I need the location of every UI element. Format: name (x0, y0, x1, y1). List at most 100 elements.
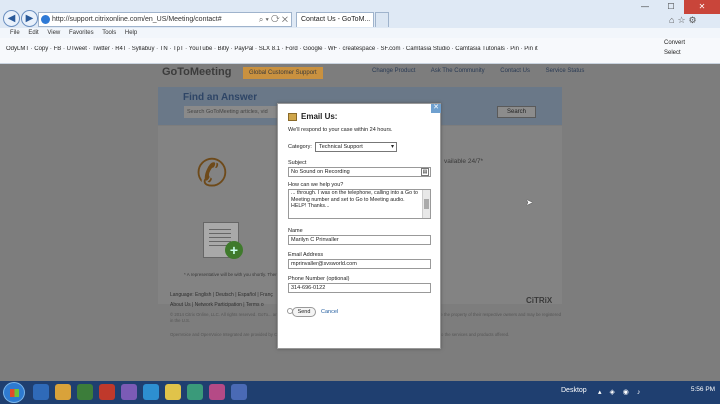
fav-item[interactable]: TN (160, 46, 168, 52)
search-button[interactable]: Search (497, 106, 536, 118)
desktop-toolbar[interactable]: Desktop (561, 387, 587, 394)
phone-field[interactable]: 314-696-0122 (288, 283, 431, 293)
fav-item[interactable]: Bitly (218, 46, 229, 52)
back-button[interactable]: ◀ (3, 10, 20, 27)
email-label: Email Address (288, 252, 324, 258)
star-icon: ☆ (677, 15, 689, 25)
citrix-logo: CiTRiX (526, 296, 553, 305)
nav-contact-us[interactable]: Contact Us (500, 68, 530, 74)
address-tools[interactable]: ⌕ ▾ ⟳ ✕ (259, 13, 288, 26)
tray-icons[interactable]: ▴ ◈ ◉ ♪ (598, 388, 643, 396)
select-button[interactable]: Select (664, 48, 718, 58)
fav-item[interactable]: Camtasia Studio (406, 46, 450, 52)
app-taskbar-icon[interactable] (77, 384, 93, 400)
address-bar[interactable]: http://support.citrixonline.com/en_US/Me… (38, 12, 292, 27)
gotomeeting-logo: GoToMeeting (162, 66, 232, 78)
menu-favorites[interactable]: Favorites (69, 30, 94, 36)
name-field[interactable]: Marilyn C Prinvaller (288, 235, 431, 245)
field-helper-icon[interactable]: ▤ (421, 168, 429, 176)
phone-label: Phone Number (optional) (288, 276, 350, 282)
app-taskbar-icon[interactable] (99, 384, 115, 400)
ie-icon (41, 15, 50, 24)
footnote: * A representative will be with you shor… (184, 272, 280, 277)
message-scrollbar[interactable] (422, 190, 430, 218)
name-label: Name (288, 228, 303, 234)
app-taskbar-icon[interactable] (209, 384, 225, 400)
top-nav: Change Product Ask The Community Contact… (372, 68, 598, 74)
fav-item[interactable]: Twitter (92, 46, 110, 52)
language-links[interactable]: Language: English | Deutsch | Español | … (170, 292, 273, 298)
fav-item[interactable]: createspace (342, 46, 375, 52)
search-input[interactable]: Search GoToMeeting articles, vid (184, 106, 278, 118)
app-taskbar-icon[interactable] (143, 384, 159, 400)
browser-right-icons[interactable]: ⌂☆⚙ (669, 15, 700, 26)
fav-item[interactable]: OdyLMT (6, 46, 29, 52)
phone-icon: ✆ (196, 153, 228, 195)
favorites-tools: Convert Select (664, 38, 718, 58)
fav-item[interactable]: Ford (285, 46, 297, 52)
category-select[interactable]: Technical Support (315, 142, 397, 152)
footer-links[interactable]: About Us | Network Participation | Terms… (170, 302, 264, 308)
menu-help[interactable]: Help (125, 30, 137, 36)
fav-item[interactable]: UTweet (67, 46, 87, 52)
fav-item[interactable]: PayPal (234, 46, 253, 52)
gear-icon: ⚙ (688, 15, 700, 25)
nav-service-status[interactable]: Service Status (546, 68, 585, 74)
menu-bar: File Edit View Favorites Tools Help (0, 28, 720, 38)
explorer-taskbar-icon[interactable] (55, 384, 71, 400)
app-taskbar-icon[interactable] (121, 384, 137, 400)
menu-tools[interactable]: Tools (102, 30, 116, 36)
new-tab-button[interactable] (375, 12, 389, 27)
category-label: Category: (288, 144, 312, 150)
tab-label: Contact Us - GoToM... (301, 16, 371, 23)
fav-item[interactable]: SLX 8.1 (259, 46, 280, 52)
nav-change-product[interactable]: Change Product (372, 68, 415, 74)
fav-item[interactable]: SF.com (381, 46, 401, 52)
mouse-cursor: ➤ (526, 198, 533, 207)
minimize-icon[interactable]: — (632, 0, 658, 14)
window-controls: — ☐ ✕ (632, 0, 720, 14)
address-text: http://support.citrixonline.com/en_US/Me… (52, 16, 222, 23)
add-icon: + (225, 241, 243, 259)
menu-edit[interactable]: Edit (28, 30, 38, 36)
clock[interactable]: 5:56 PM (688, 386, 718, 393)
modal-title: Email Us: (301, 112, 338, 121)
menu-view[interactable]: View (47, 30, 60, 36)
maximize-icon[interactable]: ☐ (658, 0, 684, 14)
close-window-icon[interactable]: ✕ (684, 0, 720, 14)
convert-button[interactable]: Convert (664, 38, 718, 48)
fav-item[interactable]: Pin it (524, 46, 537, 52)
start-button[interactable] (3, 382, 25, 403)
find-answer-title: Find an Answer (183, 92, 258, 103)
app-taskbar-icon[interactable] (187, 384, 203, 400)
fav-item[interactable]: Copy (34, 46, 48, 52)
fav-item[interactable]: Pin (510, 46, 519, 52)
fav-item[interactable]: TpT (173, 46, 184, 52)
email-field[interactable]: mprinvaller@svsworld.com (288, 259, 431, 269)
send-button[interactable]: Send (292, 307, 316, 317)
subject-field[interactable]: No Sound on Recording (288, 167, 431, 177)
email-us-modal: ✕ Email Us: We'll respond to your case w… (277, 103, 441, 349)
cancel-link[interactable]: Cancel (321, 309, 338, 315)
subject-label: Subject (288, 160, 307, 166)
close-icon[interactable]: ✕ (431, 104, 441, 113)
app-taskbar-icon[interactable] (231, 384, 247, 400)
fav-item[interactable]: Syllabuy (132, 46, 155, 52)
modal-subtitle: We'll respond to your case within 24 hou… (288, 127, 393, 133)
nav-ask-community[interactable]: Ask The Community (431, 68, 485, 74)
message-textarea[interactable]: ... through. I was on the telephone, cal… (288, 189, 431, 219)
forward-button[interactable]: ▶ (21, 10, 38, 27)
fav-item[interactable]: Google (303, 46, 322, 52)
app-taskbar-icon[interactable] (165, 384, 181, 400)
fav-item[interactable]: WF (328, 46, 337, 52)
global-support-badge: Global Customer Support (243, 67, 323, 79)
fav-item[interactable]: YouTube (189, 46, 213, 52)
fav-item[interactable]: FB (54, 46, 62, 52)
fav-item[interactable]: Camtasia Tutorials (455, 46, 505, 52)
ie-taskbar-icon[interactable] (33, 384, 49, 400)
envelope-icon (288, 113, 297, 121)
tab-contact-us[interactable]: Contact Us - GoToM... (296, 12, 374, 27)
menu-file[interactable]: File (10, 30, 20, 36)
fav-item[interactable]: R4T (115, 46, 126, 52)
message-label: How can we help you? (288, 182, 344, 188)
